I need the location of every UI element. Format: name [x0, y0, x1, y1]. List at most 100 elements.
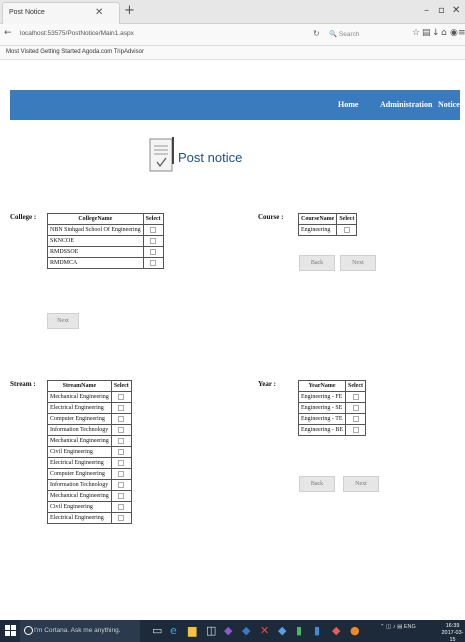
- app-icon-green[interactable]: ▮: [296, 624, 302, 637]
- url-text: localhost:53575/PostNotice/Main1.aspx: [20, 30, 134, 37]
- year-back-button[interactable]: Back: [299, 476, 335, 492]
- close-tab-icon[interactable]: ✕: [95, 7, 103, 18]
- store-icon[interactable]: ◫: [206, 624, 216, 637]
- address-bar[interactable]: localhost:53575/PostNotice/Main1.aspx: [4, 27, 304, 42]
- windows-start-icon[interactable]: [5, 625, 17, 637]
- column-header: YearName: [298, 380, 346, 392]
- stream-name: Electrical Engineering: [47, 512, 112, 524]
- column-header: Select: [110, 380, 132, 392]
- cortana-search-box[interactable]: I'm Cortana. Ask me anything.: [20, 620, 140, 642]
- course-name: Engineering: [297, 224, 338, 236]
- select-checkbox[interactable]: [118, 470, 125, 477]
- select-checkbox[interactable]: [118, 437, 125, 444]
- reload-icon[interactable]: ↻: [313, 29, 320, 38]
- table-row: Computer Engineering: [47, 413, 132, 425]
- column-header: StreamName: [47, 380, 112, 392]
- browser-tab-bar: Post Notice ✕ + – ▫ ✕: [0, 0, 465, 24]
- select-checkbox[interactable]: [352, 393, 359, 400]
- stream-name: Information Technology: [47, 479, 112, 491]
- table-row: Mechanical Engineering: [47, 435, 132, 447]
- table-row: SKNCOE: [47, 235, 164, 247]
- close-window-icon[interactable]: ✕: [452, 5, 460, 16]
- firefox-icon[interactable]: ●: [350, 624, 360, 637]
- download-icon[interactable]: ↓: [432, 28, 440, 38]
- maximize-icon[interactable]: ▫: [438, 5, 445, 16]
- year-next-button[interactable]: Next: [343, 476, 379, 492]
- select-checkbox[interactable]: [118, 404, 125, 411]
- edge-icon[interactable]: e: [170, 624, 177, 637]
- select-checkbox[interactable]: [150, 248, 157, 255]
- stream-name: Computer Engineering: [47, 468, 112, 480]
- minimize-icon[interactable]: –: [424, 5, 429, 16]
- select-checkbox[interactable]: [150, 237, 157, 244]
- bookmarks-text[interactable]: Most Visited Getting Started Agoda.com T…: [6, 49, 144, 55]
- table-row: Mechanical Engineering: [47, 490, 132, 502]
- table-row: Civil Engineering: [47, 446, 132, 458]
- stream-table: StreamName Select Mechanical Engineering…: [47, 380, 132, 524]
- table-row: NBN Sinhgad School Of Engineering: [47, 224, 164, 236]
- course-next-button[interactable]: Next: [340, 255, 376, 271]
- stream-name: Information Technology: [47, 424, 112, 436]
- select-checkbox[interactable]: [352, 426, 359, 433]
- select-checkbox[interactable]: [118, 415, 125, 422]
- select-checkbox[interactable]: [150, 259, 157, 266]
- column-header: CollegeName: [47, 213, 144, 225]
- select-checkbox[interactable]: [118, 481, 125, 488]
- reading-list-icon[interactable]: ▤: [422, 28, 431, 38]
- sql-server-icon[interactable]: ◆: [242, 624, 250, 637]
- nav-administration[interactable]: Administration: [380, 100, 432, 109]
- college-table: CollegeName Select NBN Sinhgad School Of…: [47, 213, 164, 269]
- select-checkbox[interactable]: [150, 226, 157, 233]
- windows-taskbar: I'm Cortana. Ask me anything. ▭ e ▆ ◫ ◆ …: [0, 620, 465, 642]
- select-checkbox[interactable]: [118, 514, 125, 521]
- table-row: Information Technology: [47, 424, 132, 436]
- select-checkbox[interactable]: [118, 459, 125, 466]
- table-row: Engineering - FE: [298, 391, 366, 403]
- app-icon-blue[interactable]: ◆: [278, 624, 286, 637]
- stream-name: Mechanical Engineering: [47, 391, 112, 403]
- stream-name: Electrical Engineering: [47, 402, 112, 414]
- tray-icons[interactable]: ⌃ ◫ ♪ ▤: [380, 624, 404, 630]
- year-table: YearName Select Engineering - FE Enginee…: [298, 380, 366, 436]
- select-checkbox[interactable]: [118, 393, 125, 400]
- home-icon[interactable]: ⌂: [441, 28, 447, 38]
- college-name: RMDMCA: [47, 257, 144, 269]
- notepad-icon: [149, 137, 174, 172]
- menu-icon[interactable]: ≡: [458, 28, 465, 38]
- select-checkbox[interactable]: [118, 503, 125, 510]
- select-checkbox[interactable]: [118, 426, 125, 433]
- college-next-button[interactable]: Next: [47, 313, 79, 329]
- app-icon-blue-2[interactable]: ▮: [314, 624, 320, 637]
- table-row: Engineering - TE: [298, 413, 366, 425]
- visual-studio-icon[interactable]: ◆: [224, 624, 232, 637]
- star-icon[interactable]: ☆: [412, 28, 420, 38]
- cortana-placeholder: I'm Cortana. Ask me anything.: [34, 627, 121, 634]
- search-placeholder: Search: [338, 31, 360, 38]
- new-tab-icon[interactable]: +: [124, 3, 135, 18]
- browser-tab[interactable]: Post Notice ✕: [2, 2, 120, 24]
- app-icon-red[interactable]: ✕: [260, 624, 269, 637]
- clock[interactable]: 16:39 2017-03-15: [440, 623, 465, 642]
- clock-date: 2017-03-15: [441, 630, 464, 642]
- table-row: Engineering - BE: [298, 424, 366, 436]
- nav-notice[interactable]: Notice: [438, 100, 460, 109]
- select-checkbox[interactable]: [352, 415, 359, 422]
- app-icon-red-2[interactable]: ◆: [332, 624, 340, 637]
- table-row: Engineering - SE: [298, 402, 366, 414]
- course-back-button[interactable]: Back: [299, 255, 335, 271]
- year-name: Engineering - TE: [298, 413, 346, 425]
- table-row: Engineering: [297, 224, 358, 236]
- select-checkbox[interactable]: [352, 404, 359, 411]
- task-view-icon[interactable]: ▭: [152, 624, 162, 637]
- cortana-icon: [24, 626, 33, 635]
- table-row: Electrical Engineering: [47, 457, 132, 469]
- select-checkbox[interactable]: [343, 226, 350, 233]
- pocket-icon[interactable]: ◉: [450, 28, 458, 38]
- file-explorer-icon[interactable]: ▆: [188, 624, 196, 637]
- select-checkbox[interactable]: [118, 448, 125, 455]
- select-checkbox[interactable]: [118, 492, 125, 499]
- course-label: Course :: [258, 213, 284, 221]
- language-indicator[interactable]: ENG: [404, 624, 416, 630]
- nav-home[interactable]: Home: [338, 100, 358, 109]
- search-input[interactable]: 🔍 Search: [325, 27, 405, 42]
